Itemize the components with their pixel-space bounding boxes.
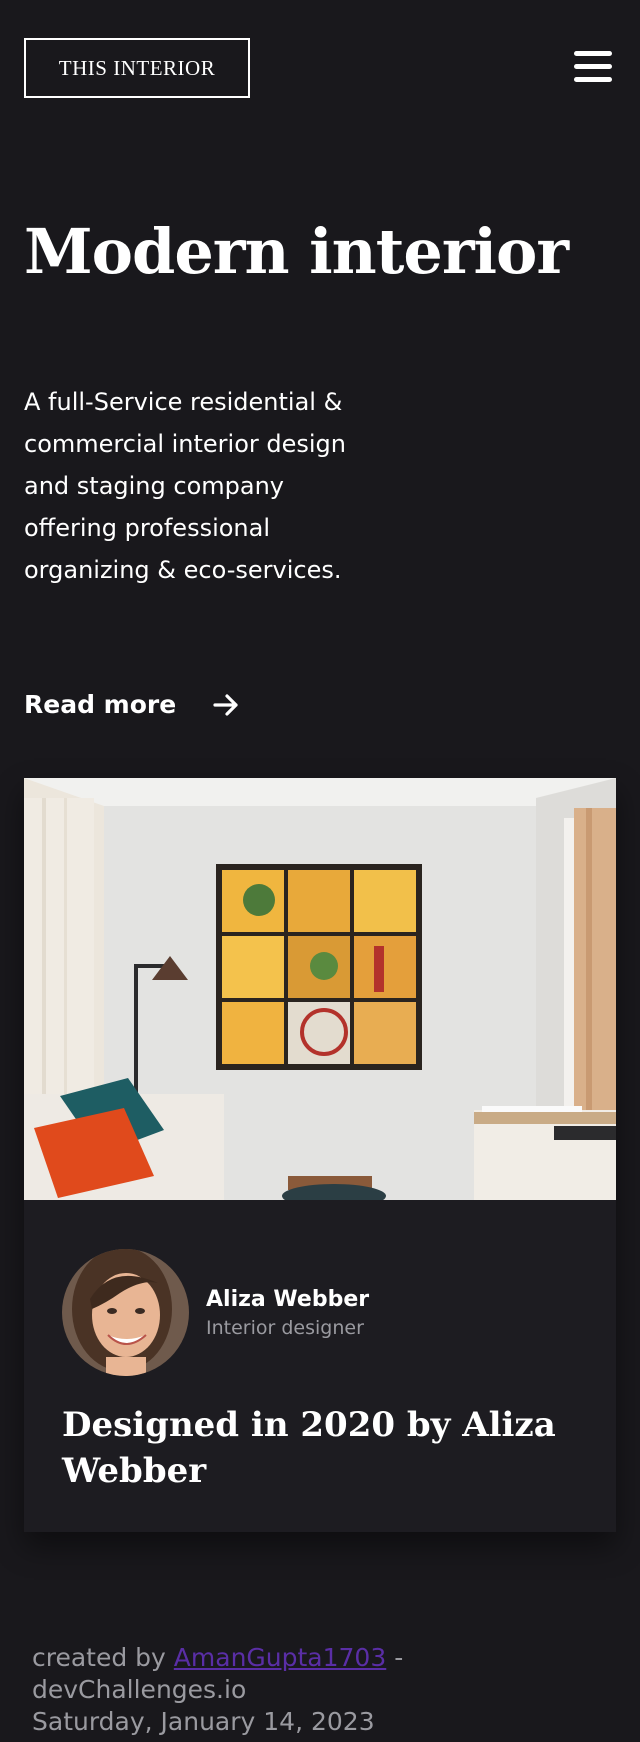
site-header: THIS INTERIOR <box>24 38 616 102</box>
footer: created by AmanGupta1703 - devChallenges… <box>32 1642 612 1738</box>
project-card: Aliza Webber Interior designer Designed … <box>24 778 616 1532</box>
read-more-label: Read more <box>24 690 177 719</box>
read-more-link[interactable]: Read more <box>24 686 240 724</box>
avatar <box>62 1249 189 1376</box>
logo[interactable]: THIS INTERIOR <box>24 38 250 98</box>
author-role: Interior designer <box>206 1317 364 1339</box>
interior-photo <box>24 778 616 1200</box>
hero-title: Modern interior <box>24 215 569 288</box>
author-name: Aliza Webber <box>206 1287 370 1312</box>
footer-separator: - <box>394 1643 404 1672</box>
hamburger-menu-icon[interactable] <box>572 48 616 88</box>
footer-created-by: created by <box>32 1643 166 1672</box>
author-profile-link[interactable]: AmanGupta1703 <box>174 1643 386 1672</box>
arrow-right-icon <box>213 694 238 716</box>
card-title: Designed in 2020 by Aliza Webber <box>62 1405 556 1491</box>
footer-credit: created by AmanGupta1703 - <box>32 1642 612 1674</box>
hero-description: A full-Service residential & commercial … <box>24 388 346 584</box>
footer-site: devChallenges.io <box>32 1675 247 1704</box>
footer-date: Saturday, January 14, 2023 <box>32 1707 375 1736</box>
